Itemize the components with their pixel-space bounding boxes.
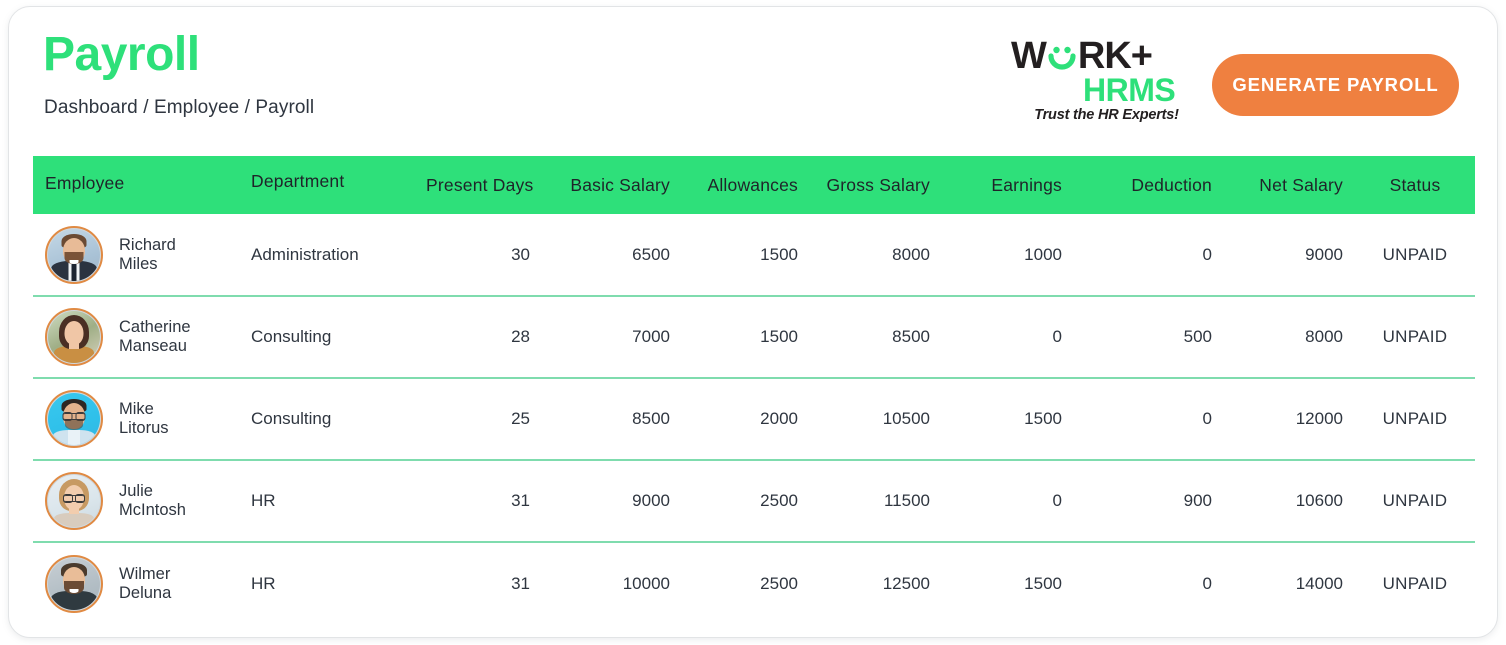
payroll-table: Employee Department Present Days Basic S… (33, 156, 1475, 624)
table-header: Employee Department Present Days Basic S… (33, 156, 1475, 214)
smiley-face-icon (1047, 41, 1077, 71)
table-row[interactable]: Mike Litorus Consulting 25 8500 2000 105… (33, 378, 1475, 460)
cell-department: Administration (251, 244, 359, 264)
cell-basic-salary: 7000 (632, 327, 670, 346)
status-badge: UNPAID (1382, 409, 1448, 428)
cell-gross-salary: 11500 (883, 491, 930, 510)
table-row[interactable]: Wilmer Deluna HR 31 10000 2500 12500 150… (33, 542, 1475, 624)
cell-net-salary: 10600 (1295, 491, 1343, 510)
cell-net-salary: 8000 (1305, 327, 1343, 346)
logo-tagline: Trust the HR Experts! (1034, 107, 1179, 123)
cell-allowances: 1500 (760, 244, 798, 264)
cell-employee: Richard Miles (33, 214, 239, 296)
cell-allowances: 2000 (760, 409, 798, 428)
status-badge: UNPAID (1382, 491, 1448, 510)
status-badge: UNPAID (1382, 244, 1448, 264)
column-header-net-salary[interactable]: Net Salary (1224, 156, 1355, 214)
cell-net-salary: 12000 (1295, 409, 1343, 428)
logo-subtitle: HRMS (1083, 72, 1176, 108)
table-row[interactable]: Richard Miles Administration 30 6500 150… (33, 214, 1475, 296)
cell-department: Consulting (251, 327, 332, 346)
cell-basic-salary: 8500 (632, 409, 670, 428)
employee-name: Wilmer Deluna (119, 564, 172, 602)
column-header-department[interactable]: Department (239, 156, 414, 214)
cell-deduction: 0 (1202, 409, 1212, 428)
table-row[interactable]: Catherine Manseau Consulting 28 7000 150… (33, 296, 1475, 378)
status-badge: UNPAID (1382, 327, 1448, 346)
page-header: Payroll Dashboard / Employee / Payroll W… (9, 7, 1497, 153)
cell-earnings: 1000 (1024, 244, 1062, 264)
cell-employee: Catherine Manseau (33, 296, 239, 378)
logo-wordmark: W RK+ (1011, 35, 1153, 77)
cell-gross-salary: 8000 (892, 244, 930, 264)
column-header-basic-salary[interactable]: Basic Salary (542, 156, 682, 214)
logo-word-right: RK+ (1077, 35, 1153, 77)
cell-allowances: 2500 (760, 573, 798, 593)
column-header-gross-salary[interactable]: Gross Salary (810, 156, 942, 214)
breadcrumb: Dashboard / Employee / Payroll (44, 97, 315, 118)
column-header-earnings[interactable]: Earnings (942, 156, 1074, 214)
cell-deduction: 900 (1183, 491, 1212, 510)
cell-present-days: 31 (511, 491, 530, 510)
cell-department: HR (251, 573, 276, 593)
payroll-card: Payroll Dashboard / Employee / Payroll W… (8, 6, 1498, 638)
table-header-row: Employee Department Present Days Basic S… (33, 156, 1475, 214)
page-title: Payroll (43, 28, 200, 81)
cell-earnings: 0 (1052, 491, 1062, 510)
avatar[interactable] (45, 225, 103, 284)
avatar[interactable] (45, 472, 103, 530)
payroll-table-container: Employee Department Present Days Basic S… (33, 156, 1475, 624)
cell-deduction: 500 (1183, 327, 1212, 346)
cell-gross-salary: 8500 (892, 327, 930, 346)
cell-deduction: 0 (1202, 573, 1212, 593)
cell-deduction: 0 (1202, 244, 1212, 264)
employee-name: Catherine Manseau (119, 318, 191, 355)
status-badge: UNPAID (1382, 573, 1448, 593)
cell-present-days: 30 (511, 244, 530, 264)
cell-net-salary: 9000 (1305, 244, 1343, 264)
column-header-present-days[interactable]: Present Days (414, 156, 542, 214)
avatar[interactable] (45, 308, 103, 366)
column-header-employee[interactable]: Employee (33, 156, 239, 214)
employee-name: Mike Litorus (119, 400, 169, 437)
cell-employee: Wilmer Deluna (33, 542, 239, 624)
cell-present-days: 31 (511, 573, 530, 593)
cell-department: Consulting (251, 409, 332, 428)
cell-basic-salary: 9000 (632, 491, 670, 510)
cell-basic-salary: 10000 (622, 573, 670, 593)
avatar[interactable] (45, 554, 103, 613)
table-row[interactable]: Julie McIntosh HR 31 9000 2500 11500 0 9… (33, 460, 1475, 542)
cell-earnings: 0 (1052, 327, 1062, 346)
cell-allowances: 1500 (760, 327, 798, 346)
cell-earnings: 1500 (1024, 573, 1062, 593)
cell-employee: Julie McIntosh (33, 460, 239, 542)
column-header-allowances[interactable]: Allowances (682, 156, 810, 214)
employee-name: Richard Miles (119, 235, 176, 273)
table-body: Richard Miles Administration 30 6500 150… (33, 214, 1475, 624)
employee-name: Julie McIntosh (119, 482, 186, 519)
generate-payroll-button[interactable]: GENERATE PAYROLL (1212, 54, 1459, 116)
cell-gross-salary: 10500 (882, 409, 930, 428)
cell-present-days: 28 (511, 327, 530, 346)
cell-basic-salary: 6500 (632, 244, 670, 264)
column-header-status[interactable]: Status (1355, 156, 1475, 214)
cell-earnings: 1500 (1024, 409, 1062, 428)
column-header-deduction[interactable]: Deduction (1074, 156, 1224, 214)
cell-employee: Mike Litorus (33, 378, 239, 460)
cell-net-salary: 14000 (1295, 573, 1343, 593)
cell-allowances: 2500 (760, 491, 798, 510)
logo-word-left: W (1011, 35, 1047, 77)
cell-present-days: 25 (511, 409, 530, 428)
avatar[interactable] (45, 390, 103, 448)
cell-department: HR (251, 491, 276, 510)
app-logo: W RK+ HRMS Trust the HR Experts! (1009, 35, 1189, 123)
cell-gross-salary: 12500 (882, 573, 930, 593)
